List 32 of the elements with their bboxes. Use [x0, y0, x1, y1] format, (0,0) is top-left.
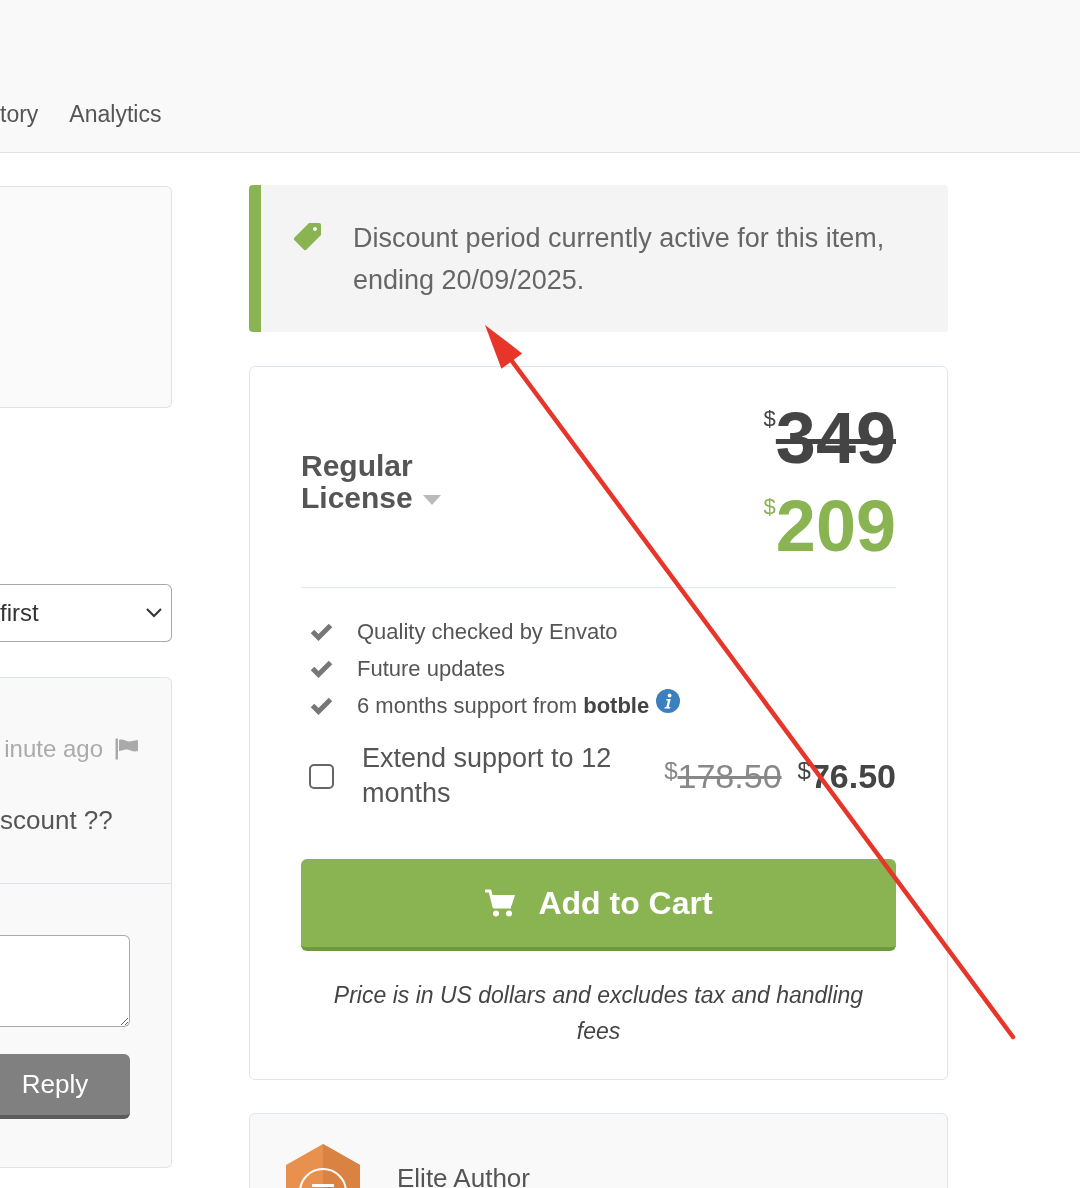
currency-symbol: $: [763, 496, 776, 518]
nav-link[interactable]: tory: [0, 99, 39, 129]
check-icon: [310, 622, 333, 641]
tag-icon: [292, 222, 322, 252]
comment-text: scount ??: [0, 804, 114, 837]
check-icon: [310, 659, 333, 678]
info-icon[interactable]: [656, 688, 681, 713]
chevron-down-icon: [146, 608, 162, 618]
comment-time: inute ago: [4, 734, 103, 764]
sort-select[interactable]: first: [0, 584, 172, 642]
caret-icon: [422, 495, 441, 506]
extend-support-label: Extend support to 12 months: [362, 742, 613, 810]
cart-icon: [484, 888, 517, 918]
feature-text: Future updates: [357, 655, 505, 683]
price-note: Price is in US dollars and excludes tax and handling fees: [332, 981, 865, 1046]
currency-symbol: $: [797, 759, 811, 783]
check-icon: [310, 696, 333, 715]
reply-field[interactable]: [0, 935, 130, 1027]
sale-price: 209: [775, 490, 896, 562]
feature-text: 6 months support from botble: [357, 692, 650, 720]
reply-button[interactable]: Reply: [0, 1054, 130, 1119]
checkbox[interactable]: [309, 763, 334, 789]
flag-icon[interactable]: [115, 738, 138, 760]
notice-text: Discount period currently active for this item, ending 20/09/2025.: [353, 222, 886, 297]
currency-symbol: $: [763, 408, 776, 430]
nav-link[interactable]: Analytics: [69, 99, 162, 129]
currency-symbol: $: [664, 759, 678, 783]
old-price: 178.50: [677, 756, 782, 796]
license-dropdown[interactable]: Regular License: [301, 450, 456, 514]
badge-label: Elite Author: [397, 1167, 530, 1188]
old-price: 349: [775, 402, 896, 474]
feature-text: Quality checked by Envato: [357, 618, 618, 646]
